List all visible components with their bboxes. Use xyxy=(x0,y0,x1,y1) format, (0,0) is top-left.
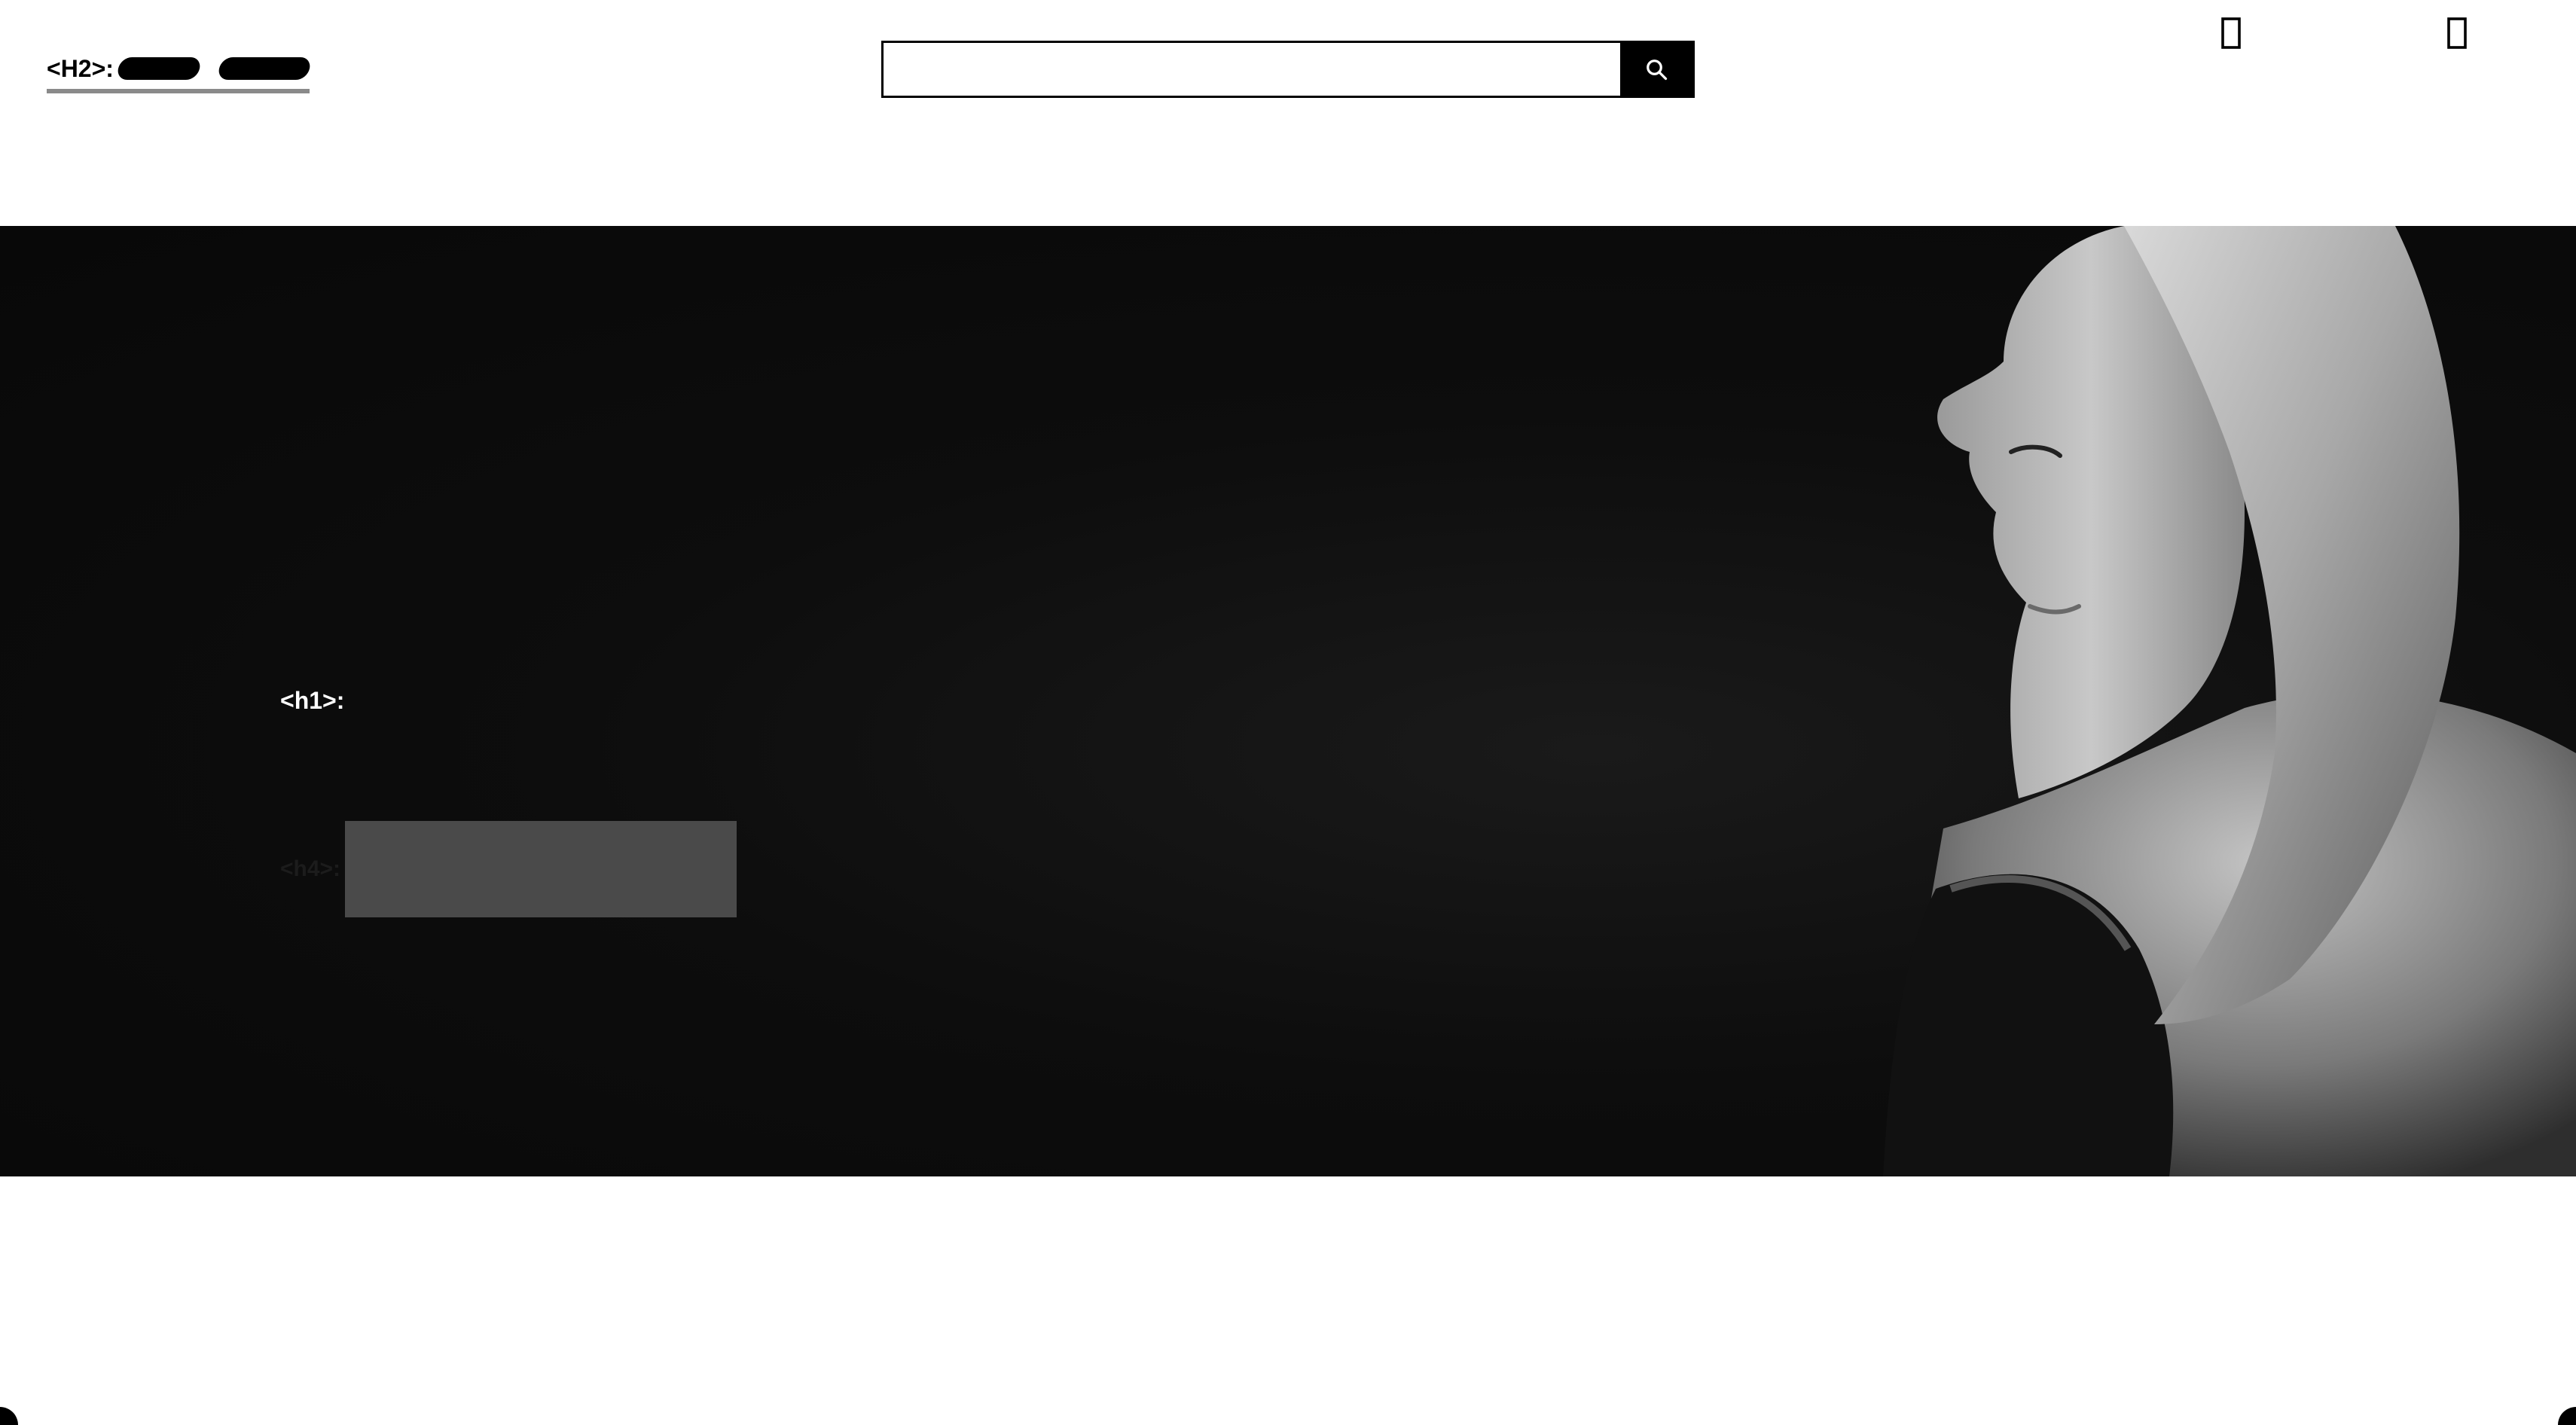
logo-text-word-1 xyxy=(115,57,203,80)
hero-cta-tag: <h4>: xyxy=(280,856,341,881)
site-logo[interactable]: <H2>: xyxy=(47,50,313,93)
site-header: <H2>: xyxy=(0,0,2576,226)
search-input[interactable] xyxy=(884,43,1620,96)
content-area xyxy=(0,1176,2576,1425)
logo-underline xyxy=(47,89,310,93)
logo-heading-tag: <H2>: xyxy=(47,54,114,82)
hero-banner: <h1>: <h4>: xyxy=(0,226,2576,1176)
hero-heading: <h1>: xyxy=(280,687,350,715)
search-button[interactable] xyxy=(1620,43,1692,96)
frame-corner-right xyxy=(2558,1407,2576,1425)
logo-text-word-2 xyxy=(216,57,313,80)
hero-cta-row: <h4>: xyxy=(280,821,737,917)
frame-corner-left xyxy=(0,1407,18,1425)
cart-action[interactable] xyxy=(2446,17,2468,69)
user-icon xyxy=(2221,17,2241,49)
search-icon xyxy=(1647,60,1668,81)
search-form xyxy=(881,41,1695,98)
account-action[interactable] xyxy=(2220,17,2242,69)
hero-image xyxy=(1883,226,2576,1176)
hero-heading-tag: <h1>: xyxy=(280,687,345,714)
hero-cta-button[interactable] xyxy=(345,821,737,917)
cart-icon xyxy=(2447,17,2467,49)
